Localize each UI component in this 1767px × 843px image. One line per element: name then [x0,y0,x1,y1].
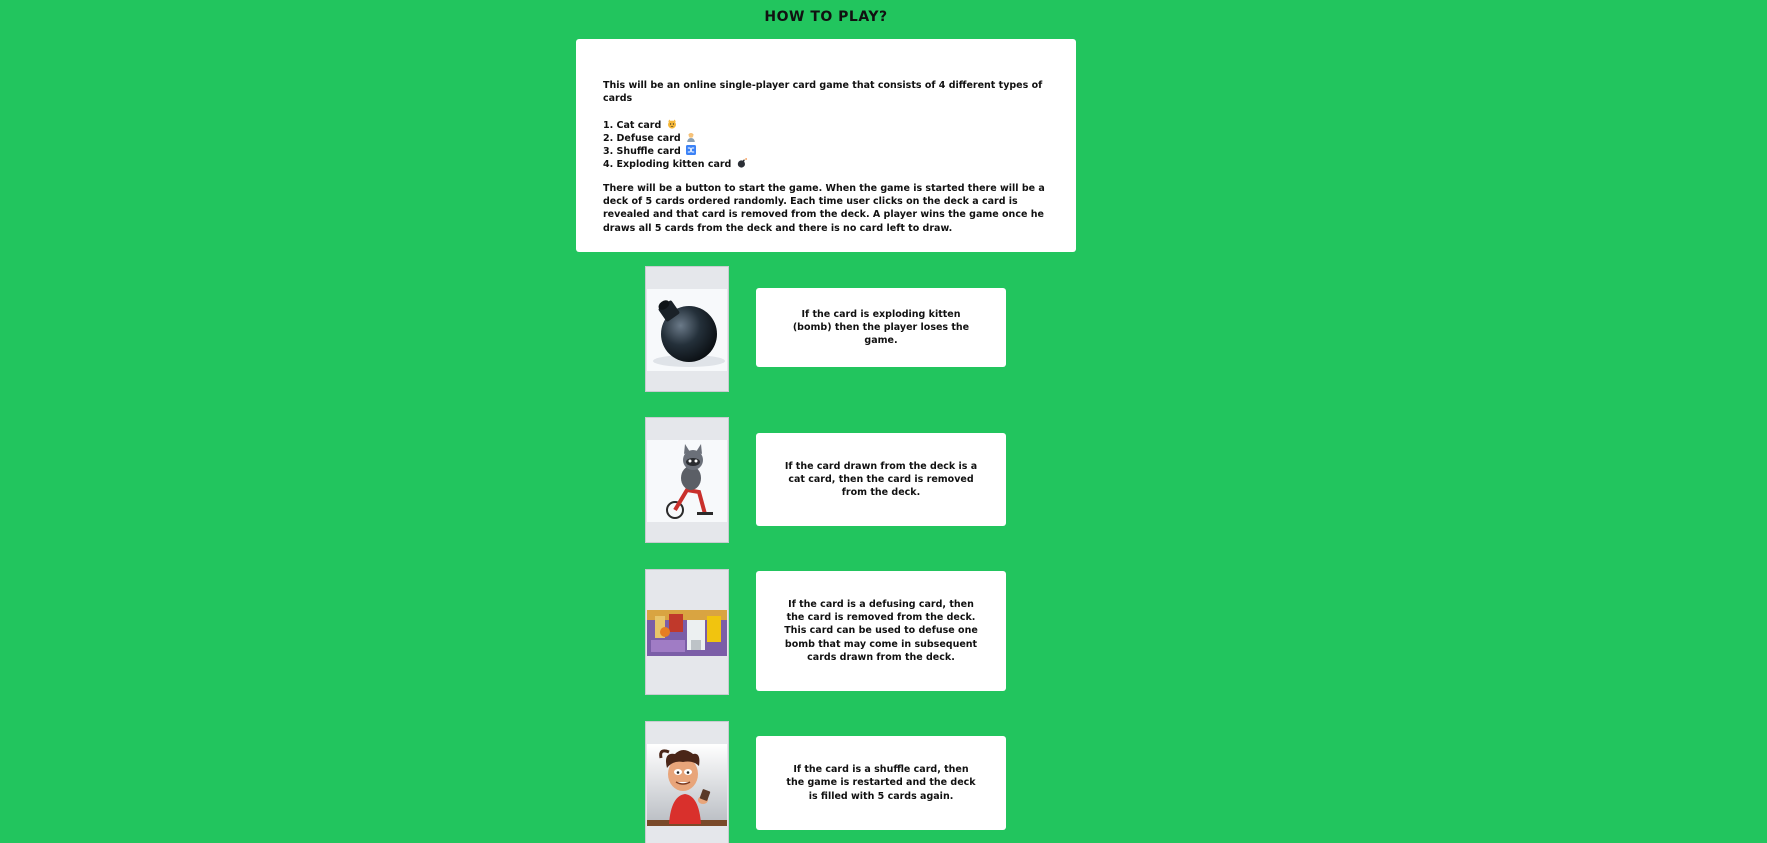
cat-emoji-icon [667,119,676,129]
shuffle-emoji-icon [686,145,697,156]
card-rule-label: If the card is a defusing card, then the… [784,598,978,663]
card-rule-label: If the card is a shuffle card, then the … [786,764,976,802]
intro-lead: This will be an online single-player car… [603,80,1043,105]
shuffle-illustration [647,744,727,826]
card-type-label: 1. Cat card [603,119,662,131]
page-title: How to play? [764,9,888,25]
card-rule-label: If the card drawn from the deck is a cat… [784,460,978,499]
cat-illustration [647,440,727,522]
card-rule-label: If the card is exploding kitten (bomb) t… [792,308,970,347]
card-rule-text: If the card is a shuffle card, then the … [756,736,1006,830]
cat-card-image [645,417,729,543]
bomb-emoji-icon [737,158,747,169]
bomb-card-image [645,266,729,392]
card-type-label: 3. Shuffle card [603,146,681,158]
defuse-illustration [647,610,727,656]
card-type-item: 1. Cat card [603,119,1050,132]
card-type-list: 1. Cat card 2. Defuse card 3. Shuffle ca… [603,119,1050,172]
card-type-item: 4. Exploding kitten card [603,158,1050,171]
card-rule-text: If the card is a defusing card, then the… [756,571,1006,691]
shuffle-card-image [645,721,729,843]
person-emoji-icon [687,132,695,142]
how-to-play-page: How to play? This will be an online sing… [0,0,1767,843]
card-type-item: 3. Shuffle card [603,145,1050,158]
intro-description: There will be a button to start the game… [603,182,1045,234]
intro-panel: This will be an online single-player car… [576,39,1076,252]
card-type-label: 2. Defuse card [603,132,681,144]
bomb-illustration [647,289,727,371]
card-type-item: 2. Defuse card [603,132,1050,145]
card-rule-text: If the card is exploding kitten (bomb) t… [756,288,1006,367]
card-rule-text: If the card drawn from the deck is a cat… [756,433,1006,526]
card-type-label: 4. Exploding kitten card [603,159,732,171]
defuse-card-image [645,569,729,695]
